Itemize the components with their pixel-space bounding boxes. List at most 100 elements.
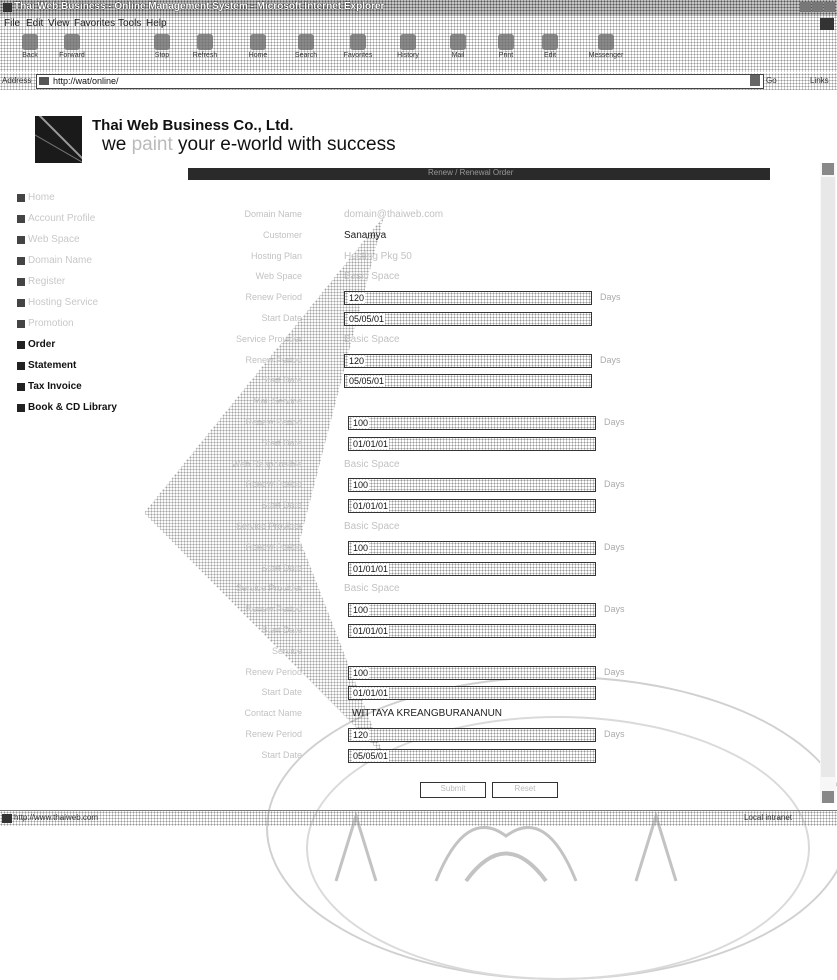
renew-period-input[interactable]: 100 bbox=[348, 666, 596, 680]
stop-button[interactable]: Stop bbox=[140, 34, 184, 59]
sidebar-item-account-profile[interactable]: Account Profile bbox=[16, 212, 186, 233]
back-button[interactable]: Back bbox=[8, 34, 52, 59]
sidebar-item-hosting-service[interactable]: Hosting Service bbox=[16, 296, 186, 317]
menu-favorites[interactable]: Favorites bbox=[74, 18, 115, 29]
messenger-button[interactable]: Messenger bbox=[584, 34, 628, 59]
start-date-input[interactable]: 05/05/01 bbox=[344, 312, 592, 326]
start-date-input[interactable]: 01/01/01 bbox=[348, 499, 596, 513]
links-button[interactable]: Links bbox=[810, 76, 829, 85]
window-title: Thai Web Business - Online Management Sy… bbox=[14, 1, 385, 12]
form-label: Domain Name bbox=[244, 209, 302, 219]
sidebar-item-tax-invoice[interactable]: Tax Invoice bbox=[16, 380, 186, 401]
page-status-icon bbox=[2, 814, 12, 823]
status-bar: http://www.thaiweb.com Local intranet bbox=[0, 810, 837, 826]
menu-tools[interactable]: Tools bbox=[118, 18, 141, 29]
form-label: Start Date bbox=[261, 313, 302, 323]
bullet-icon bbox=[17, 320, 25, 328]
home-button[interactable]: Home bbox=[236, 34, 280, 59]
security-zone: Local intranet bbox=[744, 813, 793, 822]
menu-file[interactable]: File bbox=[4, 18, 20, 29]
renew-period-input[interactable]: 120 bbox=[344, 354, 592, 368]
form-label: Service Provider bbox=[235, 583, 302, 593]
edit-icon bbox=[542, 34, 558, 50]
sidebar-item-statement[interactable]: Statement bbox=[16, 359, 186, 380]
address-input[interactable]: http://wat/online/ bbox=[36, 74, 764, 89]
renew-period-input[interactable]: 100 bbox=[348, 541, 596, 555]
favorites-button[interactable]: Favorites bbox=[336, 34, 380, 59]
form-label: Renew Period bbox=[245, 355, 302, 365]
refresh-icon bbox=[197, 34, 213, 50]
menu-edit[interactable]: Edit bbox=[26, 18, 43, 29]
form-label: Service Provider bbox=[235, 334, 302, 344]
search-button[interactable]: Search bbox=[284, 34, 328, 59]
form-value: Basic Space bbox=[344, 459, 400, 470]
form-value: Sanamya bbox=[344, 230, 387, 241]
renew-period-input[interactable]: 120 bbox=[344, 291, 592, 305]
menu-help[interactable]: Help bbox=[146, 18, 167, 29]
print-button[interactable]: Print bbox=[484, 34, 528, 59]
bullet-icon bbox=[17, 404, 25, 412]
form-label: Start Date bbox=[261, 375, 302, 385]
minimize-button[interactable] bbox=[800, 2, 811, 12]
address-dropdown-icon[interactable] bbox=[750, 75, 760, 86]
ie-icon bbox=[3, 3, 12, 12]
sidebar-item-order[interactable]: Order bbox=[16, 338, 186, 359]
go-button[interactable]: Go bbox=[766, 76, 777, 85]
start-date-input[interactable]: 01/01/01 bbox=[348, 562, 596, 576]
vertical-scrollbar[interactable] bbox=[820, 163, 836, 803]
unit-label: Days bbox=[604, 729, 625, 739]
forward-button[interactable]: Forward bbox=[50, 34, 94, 59]
scroll-thumb[interactable] bbox=[821, 177, 835, 777]
form-label: Renew Period bbox=[245, 479, 302, 489]
page-icon bbox=[39, 77, 49, 85]
stop-icon bbox=[154, 34, 170, 50]
form-value: domain@thaiweb.com bbox=[344, 209, 444, 220]
submit-button[interactable]: Submit bbox=[420, 782, 486, 798]
renew-period-input[interactable]: 120 bbox=[348, 728, 596, 742]
status-text: http://www.thaiweb.com bbox=[14, 813, 99, 822]
renew-period-input[interactable]: 100 bbox=[348, 416, 596, 430]
unit-label: Days bbox=[600, 292, 621, 302]
print-icon bbox=[498, 34, 514, 50]
mail-button[interactable]: Mail bbox=[436, 34, 480, 59]
start-date-input[interactable]: 01/01/01 bbox=[348, 686, 596, 700]
unit-label: Days bbox=[604, 479, 625, 489]
form-label: Customer bbox=[262, 230, 302, 240]
start-date-input[interactable]: 05/05/01 bbox=[348, 749, 596, 763]
start-date-input[interactable]: 01/01/01 bbox=[348, 624, 596, 638]
sidebar-item-web-space[interactable]: Web Space bbox=[16, 233, 186, 254]
close-button[interactable] bbox=[824, 2, 835, 12]
section-header-text: Renew / Renewal Order bbox=[428, 168, 514, 177]
history-icon bbox=[400, 34, 416, 50]
sidebar-item-register[interactable]: Register bbox=[16, 275, 186, 296]
sidebar-item-promotion[interactable]: Promotion bbox=[16, 317, 186, 338]
reset-button[interactable]: Reset bbox=[492, 782, 558, 798]
menu-view[interactable]: View bbox=[48, 18, 70, 29]
start-date-input[interactable]: 01/01/01 bbox=[348, 437, 596, 451]
form-value: WITTAYA KREANGBURANANUN bbox=[352, 708, 503, 719]
scroll-down-icon[interactable] bbox=[822, 791, 834, 803]
form-label: Renew Period bbox=[245, 542, 302, 552]
address-bar: Address http://wat/online/ Go Links bbox=[0, 73, 837, 90]
sidebar-item-home[interactable]: Home bbox=[16, 191, 186, 212]
sidebar-item-book-cd-library[interactable]: Book & CD Library bbox=[16, 401, 186, 422]
history-button[interactable]: History bbox=[386, 34, 430, 59]
windows-logo-icon bbox=[820, 18, 834, 30]
bullet-icon bbox=[17, 341, 25, 349]
refresh-button[interactable]: Refresh bbox=[183, 34, 227, 59]
mail-icon bbox=[450, 34, 466, 50]
scroll-up-icon[interactable] bbox=[822, 163, 834, 175]
address-url[interactable]: http://wat/online/ bbox=[53, 76, 119, 86]
renew-period-input[interactable]: 100 bbox=[348, 603, 596, 617]
start-date-input[interactable]: 05/05/01 bbox=[344, 374, 592, 388]
sidebar-item-domain-name[interactable]: Domain Name bbox=[16, 254, 186, 275]
back-arrow-icon bbox=[22, 34, 38, 50]
form-label: Service Provider bbox=[235, 521, 302, 531]
unit-label: Days bbox=[604, 604, 625, 614]
renew-period-input[interactable]: 100 bbox=[348, 478, 596, 492]
company-name: Thai Web Business Co., Ltd. bbox=[92, 117, 294, 134]
edit-button[interactable]: Edit bbox=[528, 34, 572, 59]
maximize-button[interactable] bbox=[812, 2, 823, 12]
page-content: Thai Web Business Co., Ltd. we paint you… bbox=[16, 96, 837, 980]
form-label: Renew Period bbox=[245, 667, 302, 677]
